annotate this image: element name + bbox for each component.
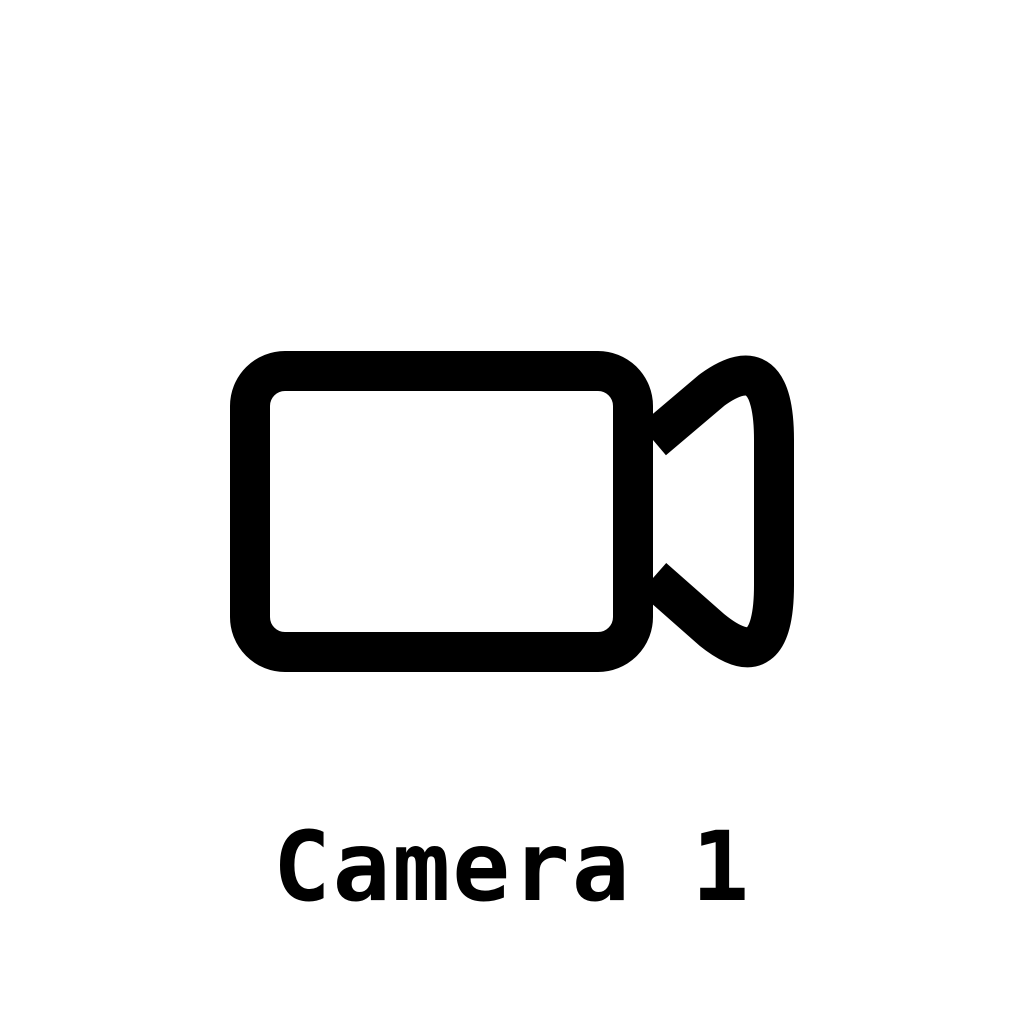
camera-label: Camera 1 bbox=[272, 811, 752, 923]
